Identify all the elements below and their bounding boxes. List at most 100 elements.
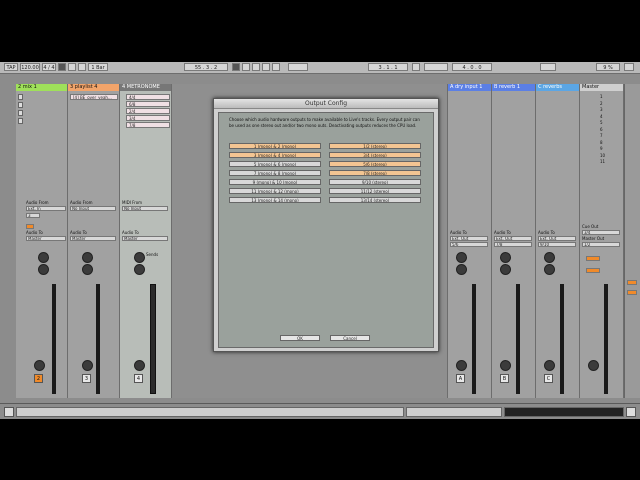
track-activator[interactable]: 3 [82,374,91,383]
track-activator[interactable]: 2 [34,374,43,383]
track-title[interactable]: 3 playlist 4 [68,84,119,91]
clip[interactable]: 4/4 [126,94,170,100]
send-a-knob[interactable] [500,252,511,263]
audio-to-menu[interactable]: Ext. Out [538,236,576,241]
send-b-knob[interactable] [500,264,511,275]
send-b-knob[interactable] [544,264,555,275]
tempo-field[interactable]: 120.00 [20,63,40,71]
loop-length-field[interactable]: 4 . 0 . 0 [452,63,492,71]
scene-launch-5[interactable]: 5 [600,120,603,125]
output-channel-menu[interactable]: 5/6 [450,242,488,247]
scene-launch-2[interactable]: 2 [600,101,603,106]
audio-from-menu[interactable]: Ext. In [26,206,66,211]
send-a-knob[interactable] [544,252,555,263]
clip-slot[interactable] [18,102,23,108]
track-activator[interactable]: A [456,374,465,383]
mono-output-toggle[interactable]: 1 (mono) & 2 (mono) [229,143,321,149]
key-map-button[interactable] [540,63,556,71]
clip[interactable]: 2/4 [126,108,170,114]
punch-field[interactable] [288,63,308,71]
scene-launch-11[interactable]: 11 [600,159,605,164]
track-title[interactable]: Master [580,84,623,91]
track-title[interactable]: C reverbs [536,84,579,91]
detail-toggle[interactable] [626,407,636,417]
stereo-output-toggle[interactable]: 1/2 (stereo) [329,143,421,149]
mono-output-toggle[interactable]: 11 (mono) & 12 (mono) [229,188,321,194]
pre-post-button[interactable] [586,256,600,261]
stereo-output-toggle[interactable]: 3/4 (stereo) [329,152,421,158]
mono-output-toggle[interactable]: 5 (mono) & 6 (mono) [229,161,321,167]
input-channel-menu[interactable]: 3 [26,213,40,218]
track-activator[interactable]: 4 [134,374,143,383]
mono-output-toggle[interactable]: 13 (mono) & 14 (mono) [229,197,321,203]
output-channel-menu[interactable]: 7/8 [494,242,532,247]
pan-knob[interactable] [588,360,599,371]
track-title[interactable]: A dry input 1 [448,84,491,91]
metronome-button[interactable] [58,63,66,71]
info-toggle[interactable] [4,407,14,417]
clip[interactable]: [4] BE_over_yeah... [70,94,118,100]
audio-to-menu[interactable]: Master [26,236,66,241]
arrangement-position[interactable]: 55 . 3 . 2 [184,63,228,71]
track-title[interactable]: 4 METRONOME [120,84,171,91]
pan-knob[interactable] [544,360,555,371]
monitor-in-button[interactable] [26,224,34,229]
send-a-knob[interactable] [82,252,93,263]
overdub-button[interactable] [262,63,270,71]
scene-launch-7[interactable]: 7 [600,133,603,138]
cue-out-menu[interactable]: 3/4 [582,230,620,235]
clip[interactable]: 3/4 [126,115,170,121]
send-a-knob[interactable] [38,252,49,263]
audio-to-menu[interactable]: Ext. Out [450,236,488,241]
send-a-knob[interactable] [134,252,145,263]
stereo-output-toggle[interactable]: 7/8 (stereo) [329,170,421,176]
volume-fader[interactable] [150,284,156,394]
follow-button[interactable] [68,63,76,71]
scene-launch-10[interactable]: 10 [600,153,605,158]
stop-button[interactable] [242,63,250,71]
loop-button[interactable] [412,63,420,71]
audio-to-menu[interactable]: Ext. Out [494,236,532,241]
clip[interactable]: 6/8 [126,101,170,107]
send-a-knob[interactable] [456,252,467,263]
clip[interactable]: 7/8 [126,122,170,128]
mono-output-toggle[interactable]: 7 (mono) & 8 (mono) [229,170,321,176]
stereo-output-toggle[interactable]: 11/12 (stereo) [329,188,421,194]
ok-button[interactable]: OK [280,335,320,341]
scene-launch-1[interactable]: 1 [600,94,603,99]
nudge-button[interactable] [78,63,86,71]
mono-output-toggle[interactable]: 3 (mono) & 4 (mono) [229,152,321,158]
master-out-menu[interactable]: 1/2 [582,242,620,247]
clip-slot[interactable] [18,94,23,100]
clip-slot[interactable] [18,118,23,124]
stereo-output-toggle[interactable]: 9/10 (stereo) [329,179,421,185]
mono-output-toggle[interactable]: 9 (mono) & 10 (mono) [229,179,321,185]
send-b-knob[interactable] [134,264,145,275]
send-b-knob[interactable] [38,264,49,275]
track-activator[interactable]: B [500,374,509,383]
scene-launch-9[interactable]: 9 [600,146,603,151]
scene-launch-3[interactable]: 3 [600,107,603,112]
automation-button[interactable] [272,63,280,71]
pan-knob[interactable] [34,360,45,371]
send-b-knob[interactable] [456,264,467,275]
draw-mode-button[interactable] [424,63,448,71]
send-b-knob[interactable] [82,264,93,275]
midi-from-menu[interactable]: No Input [122,206,168,211]
orange-toggle[interactable] [627,280,637,285]
pan-knob[interactable] [134,360,145,371]
scene-launch-6[interactable]: 6 [600,127,603,132]
output-channel-menu[interactable]: 9/10 [538,242,576,247]
scene-launch-8[interactable]: 8 [600,140,603,145]
clip-slot[interactable] [18,110,23,116]
audio-from-menu[interactable]: No Input [70,206,116,211]
stereo-output-toggle[interactable]: 13/14 (stereo) [329,197,421,203]
track-title[interactable]: 2 mix 1 [16,84,67,91]
audio-to-menu[interactable]: Master [122,236,168,241]
quantization-menu[interactable]: 1 Bar [88,63,108,71]
loop-start-field[interactable]: 3 . 1 . 1 [368,63,408,71]
time-signature-field[interactable]: 4 / 4 [42,63,56,71]
track-activator[interactable]: C [544,374,553,383]
play-button[interactable] [232,63,240,71]
pan-knob[interactable] [500,360,511,371]
